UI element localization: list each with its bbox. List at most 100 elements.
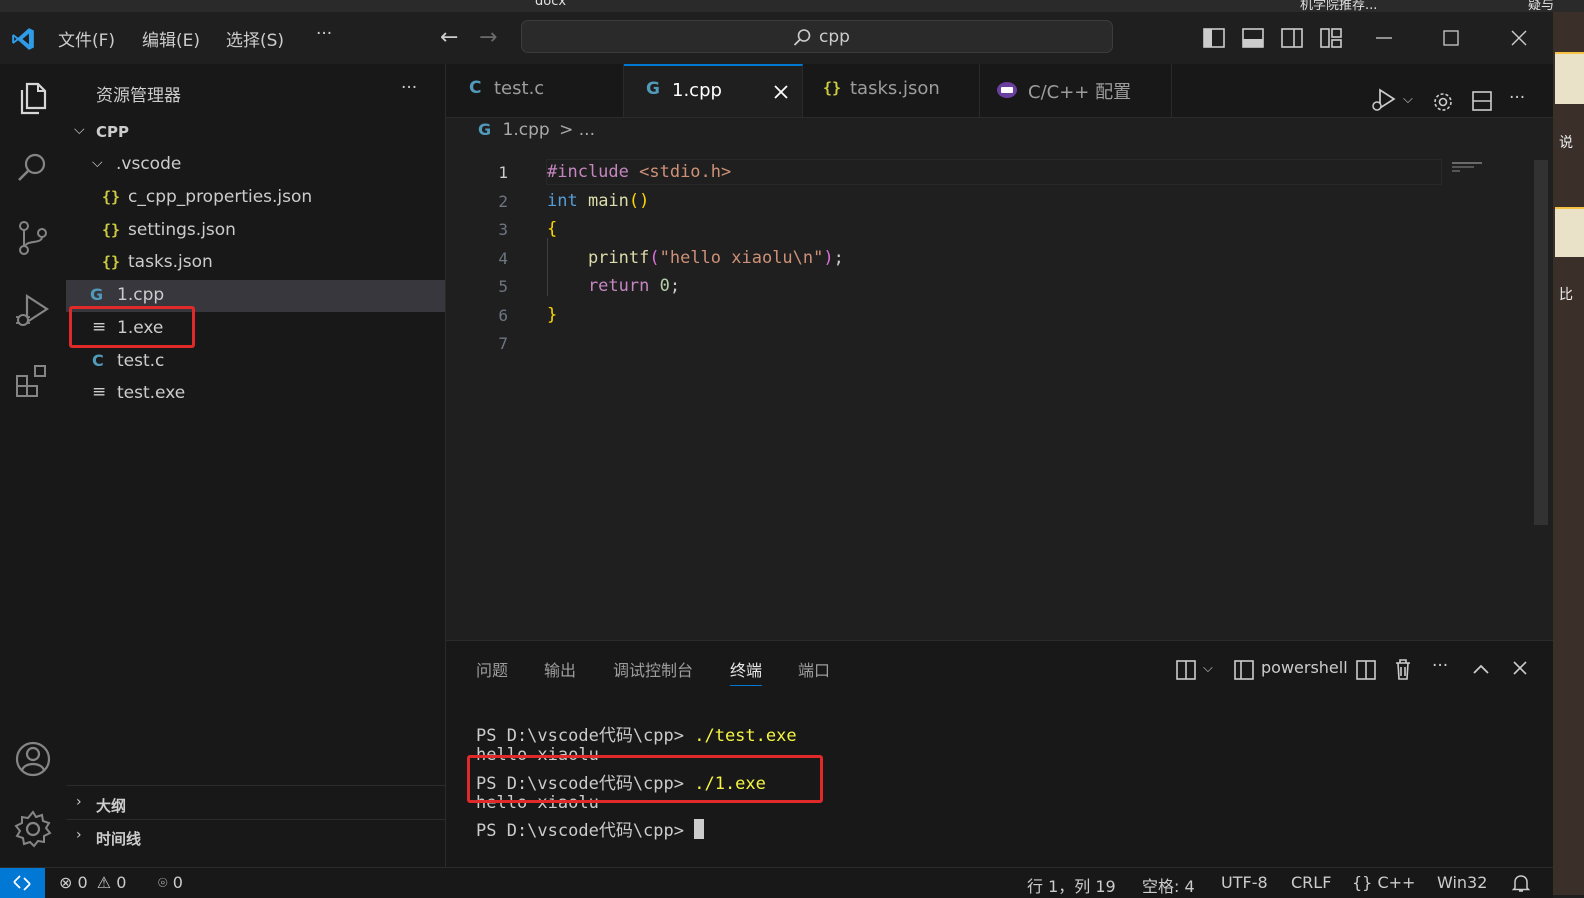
run-and-debug-icon[interactable] xyxy=(13,290,53,330)
line-number: 3 xyxy=(498,220,508,239)
code-token: { xyxy=(547,219,558,239)
breadcrumb-rest[interactable]: > ... xyxy=(559,120,595,140)
tab-test-c[interactable]: C test.c xyxy=(446,64,624,117)
file-tasks-json[interactable]: {} tasks.json xyxy=(66,247,445,279)
menu-edit[interactable]: 编辑(E) xyxy=(142,26,200,51)
minimize-icon[interactable] xyxy=(1376,36,1392,40)
file-test-c[interactable]: C test.c xyxy=(66,346,445,378)
accounts-icon[interactable] xyxy=(13,739,53,779)
error-icon: ⊗ xyxy=(59,873,73,892)
file-test-exe[interactable]: ≡ test.exe xyxy=(66,378,445,410)
search-icon[interactable] xyxy=(13,148,53,188)
split-editor-icon[interactable] xyxy=(1472,91,1492,111)
code-line: #include <stdio.h> xyxy=(547,162,731,182)
minimap[interactable] xyxy=(1452,162,1482,164)
bell-icon[interactable] xyxy=(1512,874,1530,893)
encoding[interactable]: UTF-8 xyxy=(1221,873,1268,892)
cpp-file-icon: G xyxy=(646,79,660,99)
file-label: settings.json xyxy=(128,220,236,240)
broadcast-icon: ⌾ xyxy=(158,873,168,892)
breadcrumb-file[interactable]: 1.cpp xyxy=(503,120,550,140)
menu-file[interactable]: 文件(F) xyxy=(58,26,115,51)
chevron-down-icon: ⌵ xyxy=(92,155,103,171)
code-token: return xyxy=(547,276,650,296)
platform[interactable]: Win32 xyxy=(1437,873,1487,892)
extensions-icon[interactable] xyxy=(13,362,53,402)
toggle-secondary-sidebar-icon[interactable] xyxy=(1281,28,1303,48)
minimap[interactable] xyxy=(1452,166,1474,168)
panel-tab-output[interactable]: 输出 xyxy=(544,657,576,681)
language-mode[interactable]: {} C++ xyxy=(1352,873,1415,892)
run-debug-icon[interactable] xyxy=(1371,87,1397,113)
folder-root-cpp[interactable]: ⌵ CPP xyxy=(66,116,445,148)
maximize-icon[interactable] xyxy=(1443,30,1459,46)
settings-gear-icon[interactable] xyxy=(13,809,53,849)
trash-icon[interactable] xyxy=(1394,658,1412,680)
section-label: 大纲 xyxy=(96,797,127,815)
code-token: ; xyxy=(833,248,844,268)
section-label: 时间线 xyxy=(96,830,142,848)
code-editor[interactable]: 1 2 3 4 5 6 7 #include <stdio.h> int mai… xyxy=(446,150,1553,640)
menu-selection[interactable]: 选择(S) xyxy=(226,26,284,51)
cursor-position[interactable]: 行 1，列 19 xyxy=(1027,873,1116,897)
indent-guide xyxy=(547,238,548,296)
close-panel-icon[interactable] xyxy=(1513,661,1527,675)
tab-1-cpp[interactable]: G 1.cpp xyxy=(624,64,803,117)
file-c-cpp-properties-json[interactable]: {} c_cpp_properties.json xyxy=(66,182,445,214)
errors-indicator[interactable]: ⊗ 0 ⚠ 0 xyxy=(59,873,126,892)
panel-tab-terminal[interactable]: 终端 xyxy=(730,657,763,686)
settings-gear-icon[interactable] xyxy=(1432,91,1454,113)
remote-indicator[interactable] xyxy=(0,868,45,898)
extension-config-icon xyxy=(997,82,1017,98)
command-center-search[interactable]: cpp xyxy=(521,20,1113,53)
back-arrow-icon[interactable]: ← xyxy=(440,25,458,50)
chevron-down-icon[interactable]: ⌵ xyxy=(1203,661,1213,676)
desktop-strip-top: docx 机学院推荐... 疑与 xyxy=(0,0,1584,12)
desktop-text: 疑与 xyxy=(1528,0,1555,12)
panel-tab-debug-console[interactable]: 调试控制台 xyxy=(613,657,693,681)
new-terminal-split-icon[interactable] xyxy=(1176,660,1196,680)
section-outline[interactable]: › 大纲 xyxy=(66,788,445,820)
tab-tasks-json[interactable]: {} tasks.json xyxy=(803,64,980,117)
folder-vscode[interactable]: ⌵ .vscode xyxy=(66,149,445,181)
source-control-icon[interactable] xyxy=(13,218,53,258)
cpp-file-icon: G xyxy=(478,120,492,139)
close-tab-icon[interactable] xyxy=(774,85,788,99)
panel-more-button[interactable]: ··· xyxy=(1432,656,1448,676)
customize-layout-icon[interactable] xyxy=(1320,28,1342,48)
split-terminal-icon[interactable] xyxy=(1356,660,1376,680)
chevron-down-icon[interactable]: ⌵ xyxy=(1403,92,1413,107)
file-label: c_cpp_properties.json xyxy=(128,187,313,207)
editor-scrollbar[interactable] xyxy=(1534,160,1548,525)
more-actions-icon[interactable]: ··· xyxy=(1509,88,1525,108)
tab-label: test.c xyxy=(494,78,545,99)
close-window-icon[interactable] xyxy=(1511,30,1527,46)
panel-tab-ports[interactable]: 端口 xyxy=(798,657,830,681)
explorer-files-icon[interactable] xyxy=(13,78,53,118)
indentation[interactable]: 空格: 4 xyxy=(1142,873,1195,897)
maximize-panel-icon[interactable] xyxy=(1473,663,1489,675)
chevron-right-icon: › xyxy=(76,794,82,810)
remote-icon xyxy=(13,875,31,891)
section-divider xyxy=(66,819,445,820)
explorer-more-button[interactable]: ··· xyxy=(401,78,417,98)
json-file-icon: {} xyxy=(102,253,121,271)
panel-tab-problems[interactable]: 问题 xyxy=(476,657,508,681)
tab-cpp-config[interactable]: C/C++ 配置 xyxy=(980,64,1172,117)
warnings-count: 0 xyxy=(116,873,127,892)
line-ending[interactable]: CRLF xyxy=(1291,873,1331,892)
activity-bar xyxy=(0,64,67,867)
terminal-line[interactable]: PS D:\vscode代码\cpp> xyxy=(476,816,705,841)
minimap[interactable] xyxy=(1452,170,1460,172)
file-settings-json[interactable]: {} settings.json xyxy=(66,215,445,247)
status-bar: ⊗ 0 ⚠ 0 ⌾ 0 行 1，列 19 空格: 4 UTF-8 CRLF {}… xyxy=(0,867,1553,898)
section-timeline[interactable]: › 时间线 xyxy=(66,821,445,853)
code-line: int main() xyxy=(547,191,649,211)
forward-arrow-icon[interactable]: → xyxy=(479,25,497,50)
terminal-shell-name[interactable]: powershell xyxy=(1261,658,1348,677)
toggle-panel-icon[interactable] xyxy=(1242,28,1264,48)
toggle-primary-sidebar-icon[interactable] xyxy=(1203,28,1225,48)
code-token: ) xyxy=(823,248,834,268)
ports-indicator[interactable]: ⌾ 0 xyxy=(158,873,183,893)
menu-more-button[interactable]: ··· xyxy=(316,24,332,44)
